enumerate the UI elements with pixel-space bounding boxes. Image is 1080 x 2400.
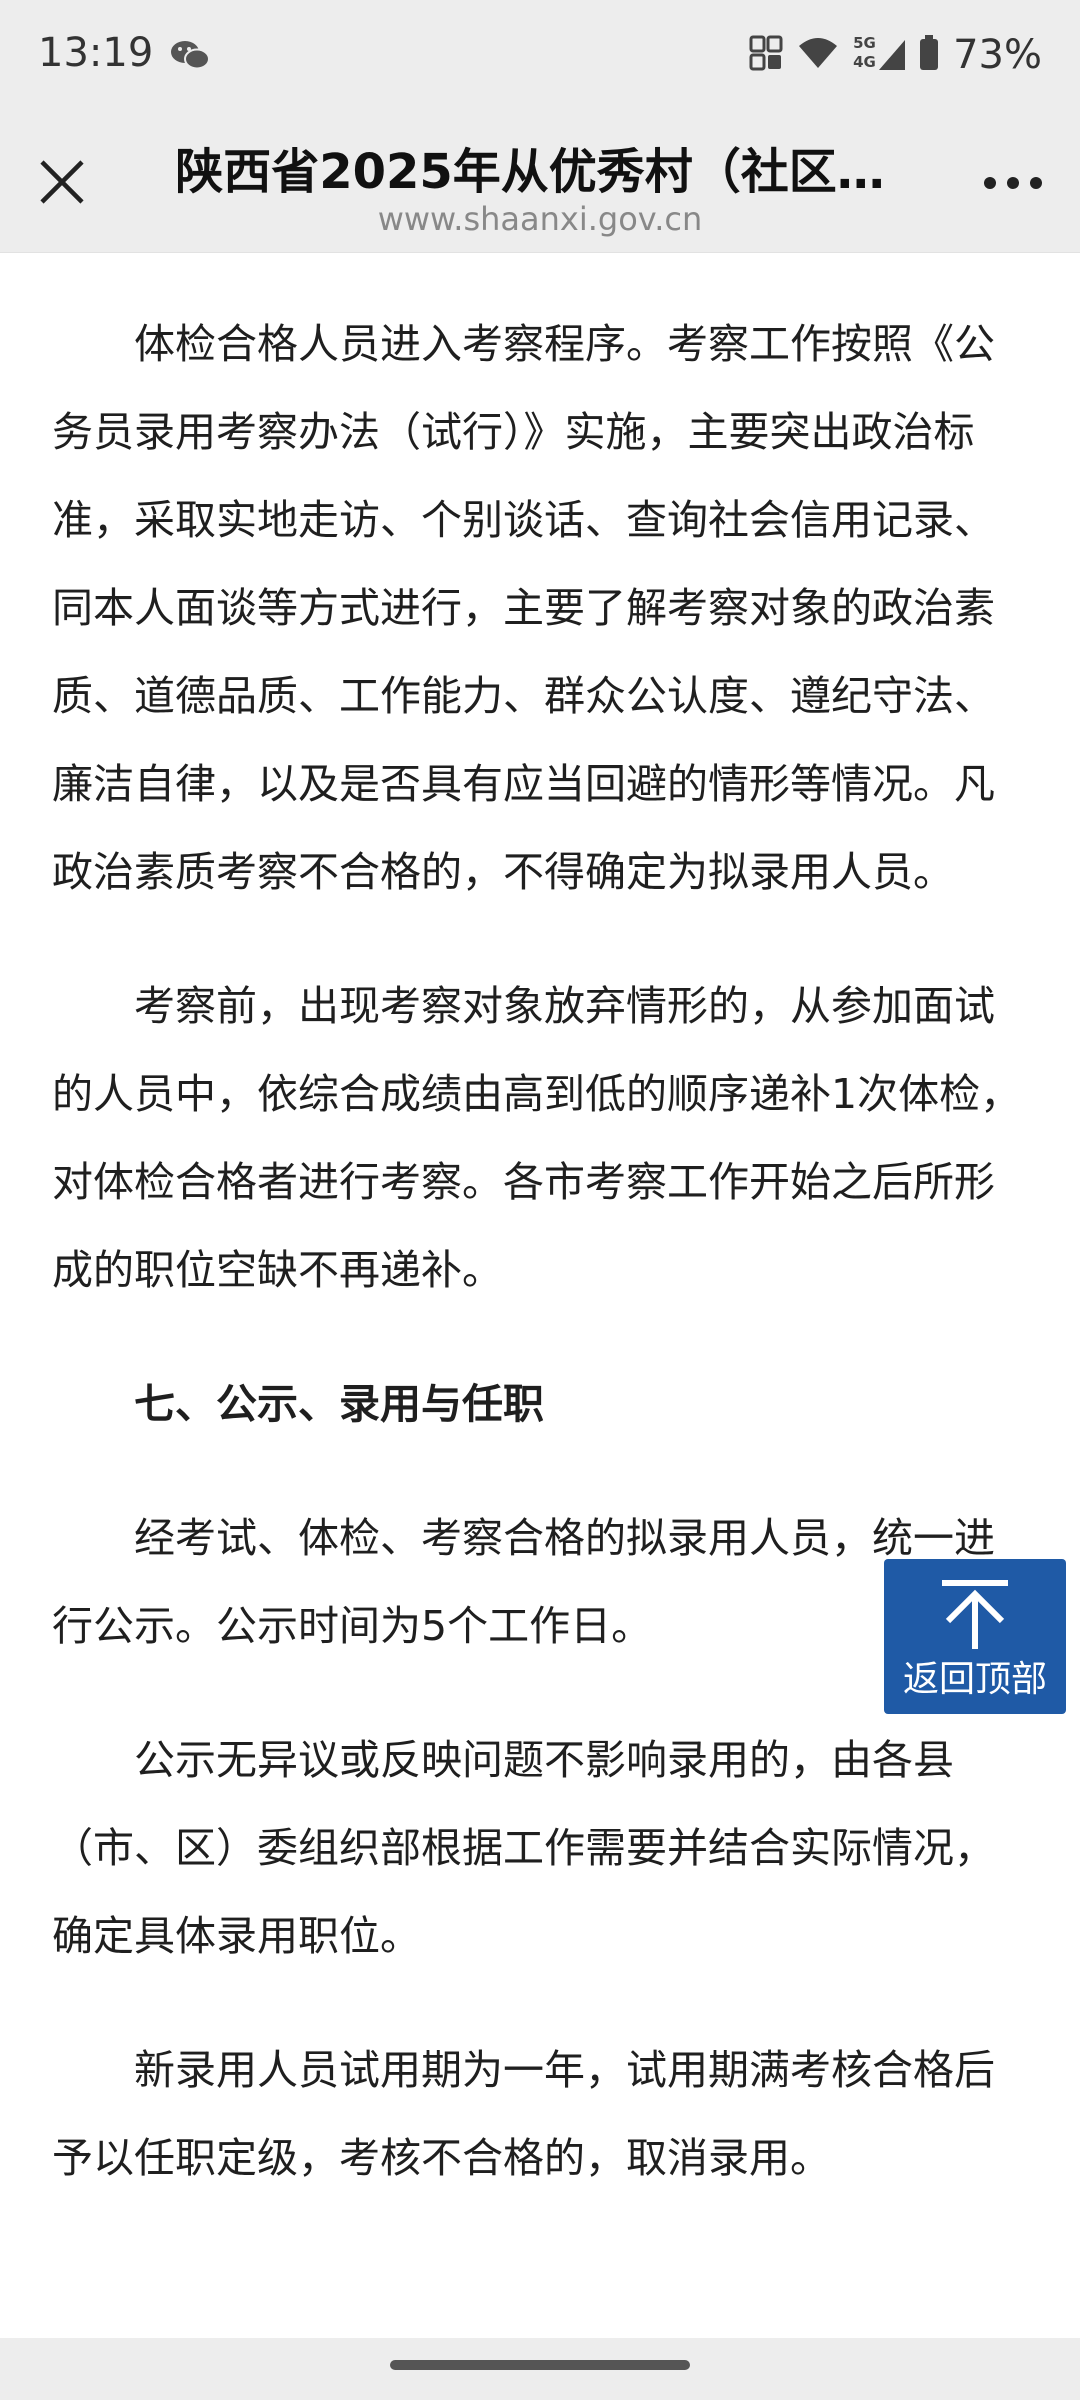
network-4g-label: 4G xyxy=(853,53,876,71)
back-to-top-label: 返回顶部 xyxy=(902,1659,1047,1700)
paragraph: 体检合格人员进入考察程序。考察工作按照《公务员录用考察办法（试行）》实施，主要突… xyxy=(52,320,995,896)
page-domain: www.shaanxi.gov.cn xyxy=(377,200,703,238)
section-heading: 七、公示、录用与任职 xyxy=(134,1380,544,1428)
paragraph: 考察前，出现考察对象放弃情形的，从参加面试的人员中，依综合成绩由高到低的顺序递补… xyxy=(52,982,1022,1294)
status-bar: 13:19 5G 4G 73% xyxy=(0,0,1080,110)
app-icon xyxy=(749,35,783,75)
wechat-icon xyxy=(170,38,210,76)
paragraph: 公示无异议或反映问题不影响录用的，由各县（市、区）委组织部根据工作需要并结合实际… xyxy=(52,1736,995,1960)
paragraph: 新录用人员试用期为一年，试用期满考核合格后予以任职定级，考核不合格的，取消录用。 xyxy=(52,2046,995,2182)
arrow-up-icon xyxy=(942,1580,1008,1649)
title-bar: 陕西省2025年从优秀村（社区… www.shaanxi.gov.cn xyxy=(0,110,1080,253)
network-5g-label: 5G xyxy=(853,34,876,52)
back-to-top-button[interactable]: 返回顶部 xyxy=(884,1559,1066,1714)
page-title: 陕西省2025年从优秀村（社区… xyxy=(175,144,885,200)
close-icon[interactable] xyxy=(36,156,88,208)
navigation-bar xyxy=(0,2338,1080,2400)
more-options-icon[interactable] xyxy=(982,174,1044,192)
article-content: 体检合格人员进入考察程序。考察工作按照《公务员录用考察办法（试行）》实施，主要突… xyxy=(52,300,1032,2248)
status-time: 13:19 xyxy=(38,30,154,76)
home-gesture-handle[interactable] xyxy=(390,2360,690,2370)
battery-percent: 73% xyxy=(953,32,1042,78)
wifi-icon xyxy=(797,36,839,74)
battery-icon xyxy=(919,35,939,75)
signal-icon: 5G 4G xyxy=(853,34,906,75)
